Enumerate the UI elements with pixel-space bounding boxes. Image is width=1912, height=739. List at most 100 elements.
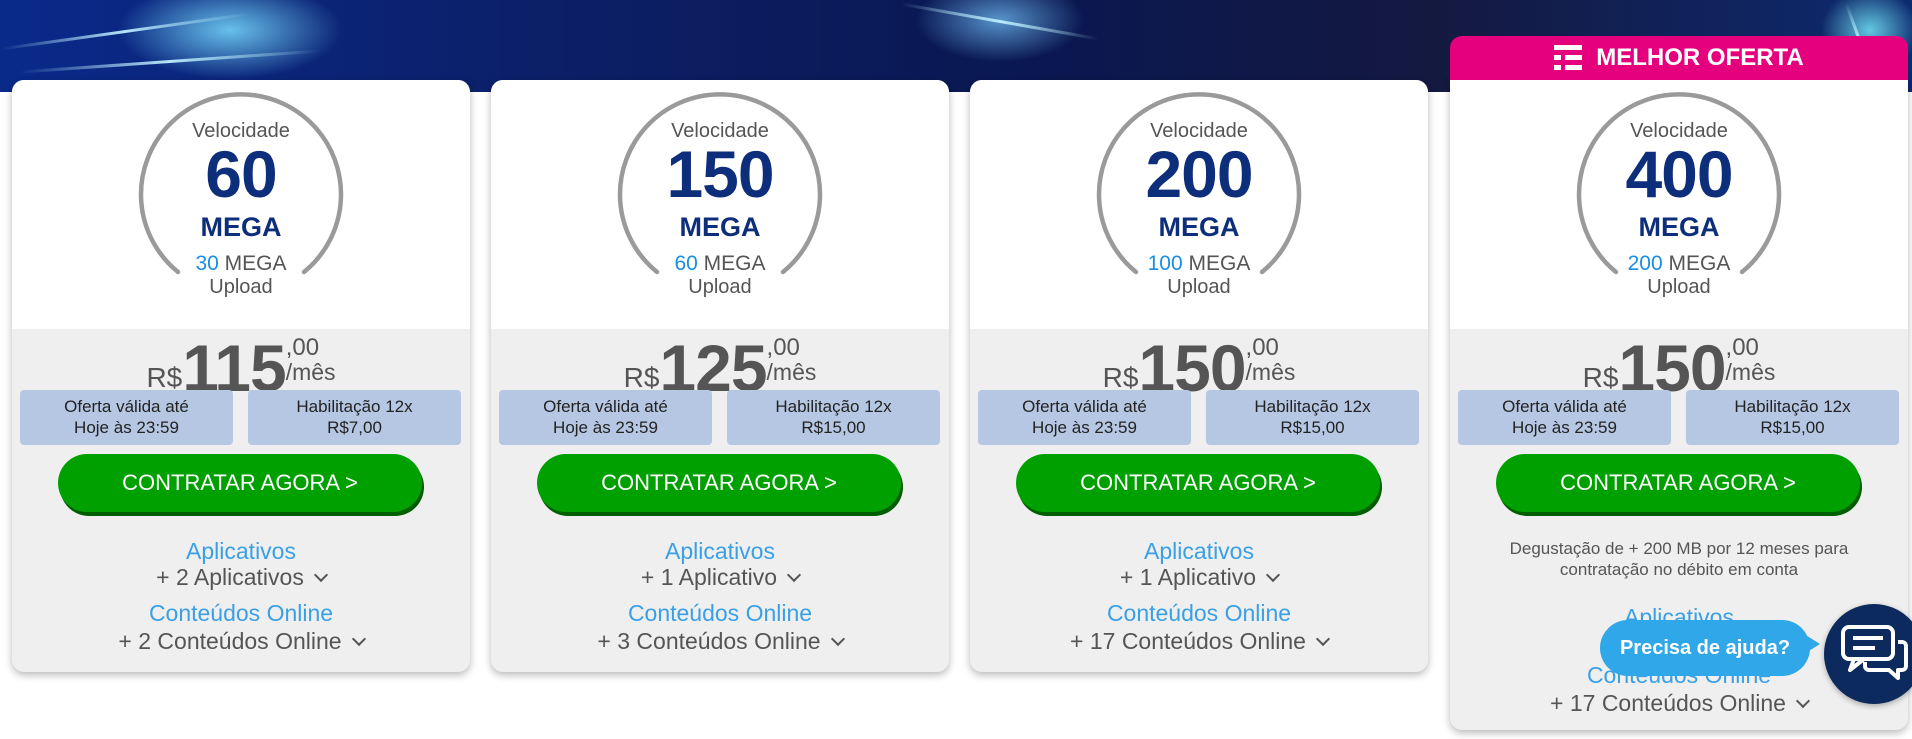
chevron-down-icon: [1795, 693, 1811, 709]
price-period: /mês: [766, 359, 817, 385]
apps-label: Aplicativos: [186, 538, 296, 564]
content-value: + 17 Conteúdos Online: [1070, 628, 1306, 654]
offer-validity-line2: Hoje às 23:59: [1512, 418, 1617, 437]
price: R$150,00/mês: [970, 330, 1428, 405]
price: R$150,00/mês: [1450, 330, 1908, 405]
price-currency: R$: [146, 362, 183, 393]
menu-list-icon: [1554, 45, 1583, 71]
upload-speed-line: 30 MEGA: [138, 252, 344, 276]
upload-speed: 100: [1147, 252, 1183, 275]
installation-fee-line2: R$15,00: [801, 418, 866, 437]
contratar-agora-button[interactable]: CONTRATAR AGORA >: [1016, 454, 1380, 512]
content-value: + 3 Conteúdos Online: [597, 628, 821, 654]
upload-speed-line: 200 MEGA: [1576, 252, 1782, 276]
promo-line2: contratação no débito em conta: [1559, 560, 1799, 579]
download-speed: 150: [666, 137, 774, 211]
chat-bubbles-icon: [1841, 625, 1908, 680]
download-unit: MEGA: [1158, 212, 1240, 242]
installation-fee-line2: R$15,00: [1760, 418, 1825, 437]
speed-gauge: Velocidade 150 MEGA 60 MEGA Upload: [617, 92, 823, 298]
apps-value: + 1 Aplicativo: [1119, 564, 1257, 590]
upload-speed-line: 60 MEGA: [617, 252, 823, 276]
installation-fee-line1: Habilitação 12x: [296, 397, 413, 416]
apps-dropdown[interactable]: + 2 Aplicativos: [12, 564, 470, 591]
upload-speed: 30: [195, 252, 219, 275]
chevron-down-icon: [830, 631, 845, 647]
contratar-agora-button[interactable]: CONTRATAR AGORA >: [537, 454, 901, 512]
price-cents: ,00: [1725, 334, 1759, 361]
best-offer-ribbon: MELHOR OFERTA: [1450, 36, 1908, 80]
price: R$115,00/mês: [12, 330, 470, 405]
content-value: + 2 Conteúdos Online: [118, 628, 342, 654]
help-bubble[interactable]: Precisa de ajuda?: [1600, 620, 1820, 676]
speed-gauge: Velocidade 200 MEGA 100 MEGA Upload: [1096, 92, 1302, 298]
contratar-agora-button[interactable]: CONTRATAR AGORA >: [1496, 454, 1860, 512]
price-cents: ,00: [1245, 334, 1279, 361]
offer-validity-line1: Oferta válida até: [543, 397, 668, 416]
upload-speed: 60: [674, 252, 698, 275]
installation-fee-line2: R$7,00: [327, 418, 382, 437]
price-cents: ,00: [766, 334, 800, 361]
plan-card: Velocidade 200 MEGA 100 MEGA Upload R$15…: [970, 80, 1428, 672]
best-offer-label: MELHOR OFERTA: [1596, 44, 1804, 71]
installation-fee-line2: R$15,00: [1280, 418, 1345, 437]
price: R$125,00/mês: [491, 330, 949, 405]
upload-label: Upload: [1167, 276, 1231, 298]
offer-validity-line1: Oferta válida até: [1022, 397, 1147, 416]
offer-validity-box: Oferta válida até Hoje às 23:59: [1458, 390, 1671, 445]
price-currency: R$: [1582, 362, 1619, 393]
download-speed: 200: [1145, 137, 1253, 211]
promo-text: Degustação de + 200 MB por 12 meses para…: [1490, 538, 1868, 580]
download-unit: MEGA: [200, 212, 282, 242]
offer-validity-box: Oferta válida até Hoje às 23:59: [978, 390, 1191, 445]
offer-validity-box: Oferta válida até Hoje às 23:59: [20, 390, 233, 445]
price-currency: R$: [623, 362, 660, 393]
content-label: Conteúdos Online: [1106, 600, 1292, 626]
download-unit: MEGA: [1638, 212, 1720, 242]
installation-fee-box: Habilitação 12x R$15,00: [1206, 390, 1419, 445]
apps-dropdown[interactable]: + 1 Aplicativo: [970, 564, 1428, 591]
apps-label: Aplicativos: [665, 538, 775, 564]
content-dropdown[interactable]: + 17 Conteúdos Online: [1450, 690, 1908, 717]
upload-unit: MEGA: [703, 252, 766, 275]
content-label: Conteúdos Online: [148, 600, 334, 626]
offer-validity-line1: Oferta válida até: [64, 397, 189, 416]
apps-dropdown[interactable]: + 1 Aplicativo: [491, 564, 949, 591]
content-dropdown[interactable]: + 2 Conteúdos Online: [12, 628, 470, 655]
download-speed: 60: [205, 137, 277, 211]
installation-fee-box: Habilitação 12x R$15,00: [1686, 390, 1899, 445]
upload-unit: MEGA: [224, 252, 287, 275]
content-label: Conteúdos Online: [627, 600, 813, 626]
price-currency: R$: [1102, 362, 1139, 393]
content-dropdown[interactable]: + 17 Conteúdos Online: [970, 628, 1428, 655]
installation-fee-box: Habilitação 12x R$7,00: [248, 390, 461, 445]
chevron-down-icon: [1315, 631, 1331, 647]
installation-fee-line1: Habilitação 12x: [1734, 397, 1851, 416]
plan-card: Velocidade 150 MEGA 60 MEGA Upload R$125…: [491, 80, 949, 672]
price-cents: ,00: [285, 334, 320, 361]
offer-validity-line2: Hoje às 23:59: [1032, 418, 1137, 437]
offer-validity-line2: Hoje às 23:59: [74, 418, 179, 437]
price-period: /mês: [285, 359, 336, 385]
content-dropdown[interactable]: + 3 Conteúdos Online: [491, 628, 949, 655]
installation-fee-line1: Habilitação 12x: [775, 397, 892, 416]
chevron-down-icon: [313, 567, 328, 583]
upload-label: Upload: [688, 276, 752, 298]
content-value: + 17 Conteúdos Online: [1550, 690, 1786, 716]
speed-gauge: Velocidade 60 MEGA 30 MEGA Upload: [138, 92, 344, 298]
installation-fee-line1: Habilitação 12x: [1254, 397, 1371, 416]
upload-unit: MEGA: [1188, 252, 1251, 275]
apps-label: Aplicativos: [1144, 538, 1254, 564]
offer-validity-line1: Oferta válida até: [1502, 397, 1627, 416]
promo-line1: Degustação de + 200 MB por 12 meses para: [1509, 539, 1849, 558]
contratar-agora-button[interactable]: CONTRATAR AGORA >: [58, 454, 422, 512]
chevron-down-icon: [351, 631, 366, 647]
price-period: /mês: [1725, 359, 1776, 385]
chevron-down-icon: [1266, 567, 1281, 583]
upload-speed-line: 100 MEGA: [1096, 252, 1302, 276]
help-bubble-text: Precisa de ajuda?: [1619, 636, 1791, 659]
price-period: /mês: [1245, 359, 1296, 385]
upload-speed: 200: [1627, 252, 1663, 275]
upload-label: Upload: [209, 276, 273, 298]
upload-label: Upload: [1647, 276, 1711, 298]
